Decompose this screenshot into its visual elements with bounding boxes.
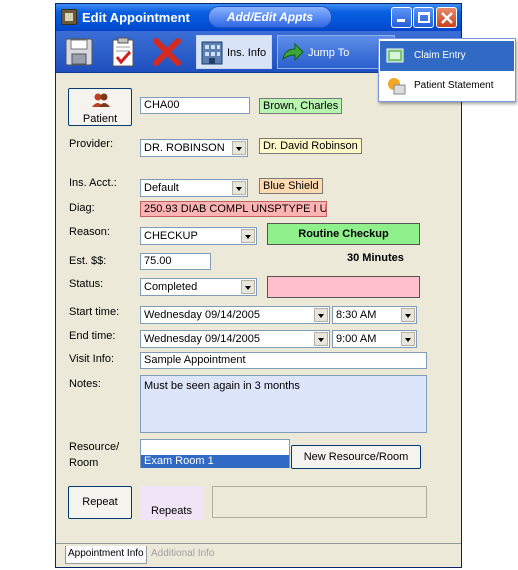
resource-input[interactable] <box>141 440 289 454</box>
est-label: Est. $$: <box>69 255 107 267</box>
floppy-disk-icon <box>65 38 93 66</box>
start-time-label: Start time: <box>69 306 120 318</box>
chevron-down-icon <box>401 308 415 322</box>
provider-select-value: DR. ROBINSON <box>144 142 225 154</box>
end-time-label: End time: <box>69 330 116 342</box>
notes-label: Notes: <box>69 378 101 390</box>
ins-acct-select-value: Default <box>144 182 179 194</box>
minimize-icon <box>397 19 405 22</box>
est-amount-field[interactable]: 75.00 <box>140 253 211 270</box>
claim-entry-icon <box>386 48 404 63</box>
reason-select-value: CHECKUP <box>144 230 198 242</box>
chevron-down-icon <box>314 308 328 322</box>
reason-label: Reason: <box>69 226 110 238</box>
maximize-button[interactable] <box>413 7 434 28</box>
window-badge: Add/Edit Appts <box>208 6 332 28</box>
save-button[interactable] <box>62 35 98 69</box>
resource-list[interactable]: Exam Room 1 <box>140 439 290 468</box>
provider-name-badge: Dr. David Robinson <box>259 138 362 154</box>
room-label: Room <box>69 457 99 469</box>
window-title: Edit Appointment <box>82 10 190 25</box>
clipboard-check-icon <box>112 37 134 67</box>
diag-label: Diag: <box>69 202 95 214</box>
resource-selected-item[interactable]: Exam Room 1 <box>141 455 289 468</box>
chevron-down-icon <box>241 280 255 294</box>
close-icon <box>441 12 453 24</box>
notes-textarea[interactable]: Must be seen again in 3 months <box>140 375 427 433</box>
green-arrow-icon <box>282 42 304 62</box>
start-time-value: 8:30 AM <box>336 309 377 321</box>
ins-acct-select[interactable]: Default <box>140 179 248 197</box>
end-time-value: 9:00 AM <box>336 333 377 345</box>
repeat-button[interactable]: Repeat <box>68 486 132 519</box>
menu-item-claim-entry[interactable]: Claim Entry <box>380 41 514 71</box>
delete-x-icon <box>153 38 181 66</box>
reason-select[interactable]: CHECKUP <box>140 227 257 245</box>
patient-button-label: Patient <box>82 113 118 125</box>
chevron-down-icon <box>232 141 246 155</box>
provider-label: Provider: <box>69 138 114 150</box>
start-date-value: Wednesday 09/14/2005 <box>144 309 260 321</box>
status-select[interactable]: Completed <box>140 278 257 296</box>
new-resource-room-button[interactable]: New Resource/Room <box>291 445 421 469</box>
ins-info-label: Ins. Info <box>227 47 267 59</box>
start-time-select[interactable]: 8:30 AM <box>332 306 417 324</box>
title-bar: Edit Appointment Add/Edit Appts <box>56 4 461 31</box>
close-window-button[interactable] <box>436 7 457 28</box>
people-icon <box>92 93 110 107</box>
repeat-summary-box <box>212 486 427 518</box>
diagnosis-field[interactable]: 250.93 DIAB COMPL UNSPTYPE I UNC <box>140 201 327 217</box>
tab-additional-info[interactable]: Additional Info <box>148 546 220 562</box>
building-icon <box>201 41 223 65</box>
jump-to-label: Jump To <box>308 47 350 59</box>
chevron-down-icon <box>401 332 415 346</box>
end-date-select[interactable]: Wednesday 09/14/2005 <box>140 330 330 348</box>
end-time-select[interactable]: 9:00 AM <box>332 330 417 348</box>
ins-acct-label: Ins. Acct.: <box>69 177 117 189</box>
visit-info-label: Visit Info: <box>69 353 115 365</box>
tab-appointment-info[interactable]: Appointment Info <box>65 546 147 564</box>
menu-item-label: Claim Entry <box>414 50 466 61</box>
minimize-button[interactable] <box>391 7 412 28</box>
patient-button[interactable]: Patient <box>68 88 132 126</box>
status-select-value: Completed <box>144 281 198 293</box>
chevron-down-icon <box>314 332 328 346</box>
chevron-down-icon <box>241 229 255 243</box>
visit-info-field[interactable]: Sample Appointment <box>140 352 427 369</box>
ins-info-button[interactable]: Ins. Info <box>196 35 272 69</box>
patient-code-field[interactable]: CHA00 <box>140 97 250 114</box>
chevron-down-icon <box>232 181 246 195</box>
end-date-value: Wednesday 09/14/2005 <box>144 333 260 345</box>
menu-item-patient-statement[interactable]: Patient Statement <box>380 71 514 101</box>
status-label: Status: <box>69 278 104 290</box>
patient-name-badge: Brown, Charles <box>259 98 343 114</box>
resource-label: Resource/ <box>69 441 120 453</box>
checklist-button[interactable] <box>106 35 142 69</box>
delete-button[interactable] <box>150 35 186 69</box>
status-color-box <box>267 276 420 298</box>
insurance-name-badge: Blue Shield <box>259 178 323 194</box>
start-date-select[interactable]: Wednesday 09/14/2005 <box>140 306 330 324</box>
app-icon <box>61 9 77 25</box>
tab-divider <box>56 543 461 544</box>
patient-statement-icon <box>388 78 406 95</box>
repeats-box: Repeats <box>140 486 203 520</box>
maximize-icon <box>418 12 430 23</box>
reason-banner: Routine Checkup <box>267 223 420 245</box>
jump-to-menu: Claim Entry Patient Statement <box>378 38 516 102</box>
menu-item-label: Patient Statement <box>414 80 494 91</box>
provider-select[interactable]: DR. ROBINSON <box>140 139 248 157</box>
duration-text: 30 Minutes <box>347 252 404 264</box>
